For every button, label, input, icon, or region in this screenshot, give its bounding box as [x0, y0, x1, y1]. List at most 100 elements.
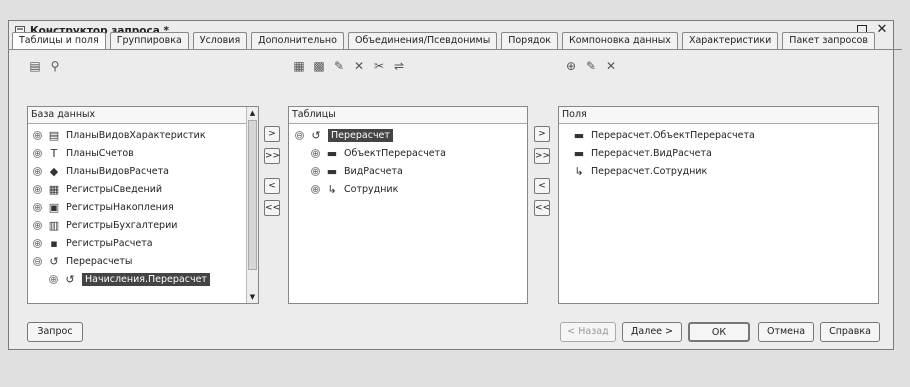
remove-field-button[interactable]: < [534, 178, 550, 194]
accounting-registers-icon: ▥ [48, 218, 60, 232]
expand-icon[interactable]: ⊕ [33, 238, 42, 248]
cut-icon[interactable]: ✂ [372, 59, 386, 73]
help-button[interactable]: Справка [820, 322, 880, 342]
tree-item[interactable]: ⊕ ◆ ПланыВидовРасчета [33, 162, 258, 180]
field-label: Перерасчет.Сотрудник [591, 165, 708, 177]
tree-item[interactable]: ⊕ ▣ РегистрыНакопления [33, 198, 258, 216]
tree-item[interactable]: ⊕ ▦ РегистрыСведений [33, 180, 258, 198]
tree-item-label: Начисления.Перерасчет [82, 272, 210, 286]
tab-grouping[interactable]: Группировка [109, 32, 189, 49]
expand-icon[interactable]: ⊕ [33, 130, 42, 140]
tab-additional[interactable]: Дополнительно [251, 32, 344, 49]
remove-table-button[interactable]: < [264, 178, 280, 194]
list-icon[interactable]: ▤ [28, 59, 42, 73]
add-table-icon[interactable]: ▦ [292, 59, 306, 73]
dimension-icon: ↳ [327, 182, 337, 196]
tree-item[interactable]: ⊕ ▥ РегистрыБухгалтерии [33, 216, 258, 234]
query-button[interactable]: Запрос [27, 322, 83, 342]
expand-icon[interactable]: ⊕ [311, 148, 320, 158]
scroll-thumb[interactable] [248, 120, 257, 270]
add-table-button[interactable]: > [264, 126, 280, 142]
expand-icon[interactable]: ⊕ [49, 274, 58, 284]
expand-icon[interactable]: ⊕ [33, 148, 42, 158]
fields-toolbar: ⊕ ✎ ✕ [564, 58, 618, 74]
tree-item-selected[interactable]: ⊕ ↺ Начисления.Перерасчет [33, 270, 258, 288]
recalculation-icon: ↺ [311, 128, 321, 142]
calc-registers-icon: ▪ [50, 236, 58, 250]
tree-item-selected[interactable]: ⊖ ↺ Перерасчет [295, 126, 527, 144]
tree-item-label: РегистрыРасчета [66, 237, 153, 249]
field-row[interactable]: ↳ Перерасчет.Сотрудник [573, 162, 878, 180]
tree-item[interactable]: ⊖ ↺ Перерасчеты [33, 252, 258, 270]
field-row[interactable]: ▬ Перерасчет.ОбъектПерерасчета [573, 126, 878, 144]
tab-query-batch[interactable]: Пакет запросов [782, 32, 875, 49]
edit-icon[interactable]: ✎ [332, 59, 346, 73]
tab-tables-and-fields[interactable]: Таблицы и поля [12, 32, 106, 50]
add-all-fields-button[interactable]: >> [534, 148, 550, 164]
expand-icon[interactable]: ⊕ [33, 220, 42, 230]
collapse-icon[interactable]: ⊖ [33, 256, 42, 266]
tree-item-label: ПланыВидовРасчета [66, 165, 170, 177]
tree-item[interactable]: ⊕ Т ПланыСчетов [33, 144, 258, 162]
nested-query-icon[interactable]: ▩ [312, 59, 326, 73]
cancel-button[interactable]: Отмена [758, 322, 814, 342]
remove-all-fields-button[interactable]: << [534, 200, 550, 216]
tree-item-label: Перерасчет [328, 128, 393, 142]
tree-item[interactable]: ⊕ ▤ ПланыВидовХарактеристик [33, 126, 258, 144]
fields-panel-header: Поля [559, 107, 878, 124]
tab-characteristics[interactable]: Характеристики [681, 32, 779, 49]
expand-icon[interactable]: ⊕ [311, 184, 320, 194]
ok-button[interactable]: ОК [688, 322, 750, 342]
delete-icon[interactable]: ✕ [352, 59, 366, 73]
edit-field-icon[interactable]: ✎ [584, 59, 598, 73]
delete-field-icon[interactable]: ✕ [604, 59, 618, 73]
fields-panel: Поля ▬ Перерасчет.ОбъектПерерасчета ▬ Пере… [558, 106, 879, 304]
next-button[interactable]: Далее > [622, 322, 682, 342]
tree-item[interactable]: ⊕ ↳ Сотрудник [295, 180, 527, 198]
expand-icon[interactable]: ⊕ [33, 166, 42, 176]
tree-item-label: РегистрыСведений [66, 183, 163, 195]
tab-conditions[interactable]: Условия [192, 32, 248, 49]
add-field-button[interactable]: > [534, 126, 550, 142]
tree-item-label: РегистрыНакопления [66, 201, 174, 213]
vertical-scrollbar[interactable]: ▲ ▼ [246, 107, 258, 303]
database-panel: База данных ⊕ ▤ ПланыВидовХарактеристик ⊕ Т… [27, 106, 259, 304]
tab-data-composition[interactable]: Компоновка данных [562, 32, 678, 49]
field-icon: ▬ [326, 146, 338, 160]
tree-item-label: ПланыВидовХарактеристик [66, 129, 206, 141]
recalculation-icon: ↺ [49, 254, 59, 268]
recalculation-icon: ↺ [65, 272, 75, 286]
add-all-tables-button[interactable]: >> [264, 148, 280, 164]
tree-item-label: РегистрыБухгалтерии [66, 219, 178, 231]
database-toolbar: ▤ ⚲ [28, 58, 62, 74]
info-registers-icon: ▦ [48, 182, 60, 196]
tree-item[interactable]: ⊕ ▬ ОбъектПерерасчета [295, 144, 527, 162]
add-field-icon[interactable]: ⊕ [564, 59, 578, 73]
tables-panel: Таблицы ⊖ ↺ Перерасчет ⊕ ▬ ОбъектПерерасчета… [288, 106, 528, 304]
scroll-up-icon[interactable]: ▲ [247, 107, 258, 119]
calc-plans-icon: ◆ [49, 164, 59, 178]
char-plans-icon: ▤ [48, 128, 60, 142]
join-icon[interactable]: ⇌ [392, 59, 406, 73]
dimension-icon: ↳ [574, 164, 584, 178]
tree-item[interactable]: ⊕ ▪ РегистрыРасчета [33, 234, 258, 252]
find-icon[interactable]: ⚲ [48, 59, 62, 73]
tables-toolbar: ▦ ▩ ✎ ✕ ✂ ⇌ [292, 58, 406, 74]
expand-icon[interactable]: ⊕ [33, 184, 42, 194]
tree-item-label: Перерасчеты [66, 255, 133, 267]
expand-icon[interactable]: ⊕ [311, 166, 320, 176]
database-panel-header: База данных [28, 107, 258, 124]
close-icon[interactable]: ✕ [875, 23, 889, 37]
back-button[interactable]: < Назад [560, 322, 616, 342]
tab-divider [8, 49, 902, 50]
remove-all-tables-button[interactable]: << [264, 200, 280, 216]
tree-item-label: ВидРасчета [344, 165, 403, 177]
collapse-icon[interactable]: ⊖ [295, 130, 304, 140]
expand-icon[interactable]: ⊕ [33, 202, 42, 212]
field-row[interactable]: ▬ Перерасчет.ВидРасчета [573, 144, 878, 162]
field-label: Перерасчет.ВидРасчета [591, 147, 712, 159]
tree-item[interactable]: ⊕ ▬ ВидРасчета [295, 162, 527, 180]
tab-unions-aliases[interactable]: Объединения/Псевдонимы [347, 32, 498, 49]
scroll-down-icon[interactable]: ▼ [247, 291, 258, 303]
tab-order[interactable]: Порядок [501, 32, 559, 49]
